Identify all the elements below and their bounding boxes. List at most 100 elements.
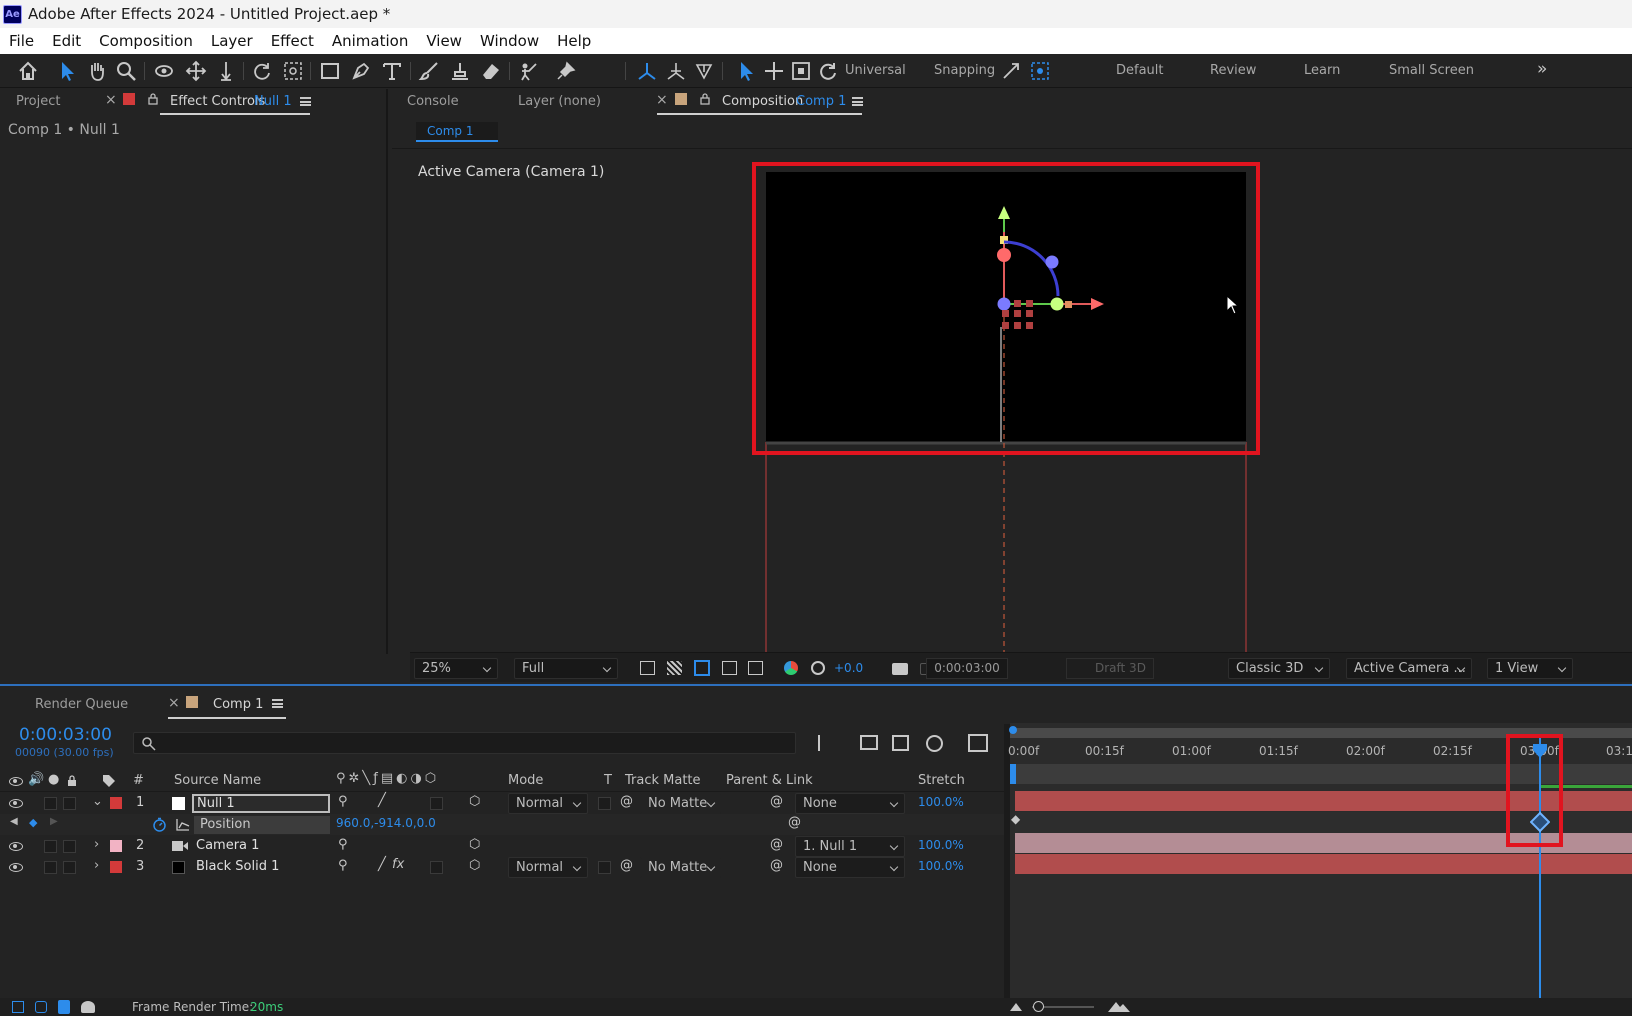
3d-rotate-icon[interactable] xyxy=(816,59,840,83)
zoom-out-mountain-icon[interactable] xyxy=(1010,1002,1022,1011)
motion-blur-icon[interactable] xyxy=(926,735,943,752)
expand-chevron-icon[interactable]: › xyxy=(94,858,99,873)
workspace-overflow-button[interactable]: » xyxy=(1537,59,1547,79)
blend-mode-dropdown[interactable]: Normal xyxy=(508,793,588,814)
extend-snapping-icon[interactable] xyxy=(1028,59,1052,83)
collapse-chevron-icon[interactable]: ⌄ xyxy=(92,794,103,809)
track-matte-dropdown[interactable]: No Matte xyxy=(640,793,722,814)
region-of-interest-icon[interactable] xyxy=(722,661,737,675)
zoom-slider-thumb[interactable] xyxy=(1033,1001,1044,1012)
3d-layer-switch-icon[interactable]: ⬡ xyxy=(469,794,480,809)
menu-edit[interactable]: Edit xyxy=(43,32,90,50)
workspace-learn[interactable]: Learn xyxy=(1304,63,1340,78)
layer-label-color[interactable] xyxy=(110,861,122,873)
clone-stamp-tool-icon[interactable] xyxy=(448,59,472,83)
menu-effect[interactable]: Effect xyxy=(262,32,323,50)
visibility-eye-icon[interactable] xyxy=(9,842,23,851)
composition-flowchart-icon[interactable] xyxy=(818,735,836,751)
shy-switch-icon[interactable]: ⚲ xyxy=(338,837,348,852)
add-keyframe-icon[interactable]: ◆ xyxy=(29,816,37,829)
menu-window[interactable]: Window xyxy=(471,32,548,50)
switch-box[interactable] xyxy=(430,861,443,874)
stopwatch-icon[interactable] xyxy=(152,817,167,832)
pan-camera-tool-icon[interactable] xyxy=(184,59,208,83)
tab-project[interactable]: Project xyxy=(16,94,60,109)
snapping-options-icon[interactable] xyxy=(999,59,1023,83)
channel-icon[interactable] xyxy=(784,661,798,675)
menu-composition[interactable]: Composition xyxy=(90,32,202,50)
rectangle-tool-icon[interactable] xyxy=(318,59,342,83)
pen-tool-icon[interactable] xyxy=(349,59,373,83)
type-tool-icon[interactable] xyxy=(380,59,404,83)
3d-view-dropdown[interactable]: Active Camera ... xyxy=(1346,658,1472,679)
transfer-controls-toggle-icon[interactable] xyxy=(35,1001,47,1013)
graph-icon[interactable] xyxy=(176,818,190,831)
tab-console[interactable]: Console xyxy=(407,94,459,109)
resolution-dropdown[interactable]: Full xyxy=(514,658,618,679)
quality-switch-icon[interactable]: ╱ xyxy=(378,857,386,872)
expression-pick-whip-icon[interactable]: @ xyxy=(788,815,801,830)
expand-chevron-icon[interactable]: › xyxy=(94,837,99,852)
transparency-grid-icon[interactable] xyxy=(667,661,682,675)
parent-dropdown[interactable]: 1. Null 1 xyxy=(795,836,905,857)
layer-label-color[interactable] xyxy=(110,840,122,852)
zoom-in-mountain-icon[interactable] xyxy=(1108,1000,1130,1012)
pick-whip-icon[interactable]: @ xyxy=(620,858,633,873)
work-area-start-handle[interactable] xyxy=(1009,726,1017,734)
layer-row-null-1[interactable]: ⌄ 1 Null 1 ⚲ ╱ ⬡ Normal @ No Matte @ Non… xyxy=(0,793,1010,814)
view-axis-mode-icon[interactable] xyxy=(692,59,716,83)
tab-comp-1[interactable]: Comp 1 xyxy=(213,697,263,712)
panel-menu-icon[interactable] xyxy=(272,699,283,708)
draft-3d-toggle[interactable]: Draft 3D xyxy=(1066,658,1154,679)
eraser-tool-icon[interactable] xyxy=(479,59,503,83)
layer-switches-toggle-icon[interactable] xyxy=(12,1001,24,1013)
roto-brush-tool-icon[interactable] xyxy=(517,59,541,83)
local-axis-mode-icon[interactable] xyxy=(635,59,659,83)
exposure-value[interactable]: +0.0 xyxy=(834,661,863,675)
tab-render-queue[interactable]: Render Queue xyxy=(35,697,128,712)
fx-switch-icon[interactable]: fx xyxy=(392,857,404,872)
source-name-header[interactable]: Source Name xyxy=(174,773,261,788)
world-axis-mode-icon[interactable] xyxy=(664,59,688,83)
lock-icon[interactable] xyxy=(699,93,711,105)
visibility-eye-icon[interactable] xyxy=(9,799,23,808)
tab-composition[interactable]: Composition xyxy=(722,94,803,109)
panel-menu-icon[interactable] xyxy=(300,97,311,106)
position-property-row[interactable]: ◀ ◆ ▶ Position 960.0,-914.0,0.0 @ xyxy=(0,814,1010,835)
parent-dropdown[interactable]: None xyxy=(795,793,905,814)
layer-row-black-solid-1[interactable]: › 3 Black Solid 1 ⚲ ╱ fx ⬡ Normal @ No M… xyxy=(0,857,1010,878)
fast-preview-icon[interactable] xyxy=(640,661,655,675)
3d-move-icon[interactable] xyxy=(762,59,786,83)
close-tab-icon[interactable]: × xyxy=(168,695,180,711)
menu-file[interactable]: File xyxy=(0,32,43,50)
parent-pick-whip-icon[interactable]: @ xyxy=(770,794,783,809)
previous-keyframe-icon[interactable]: ◀ xyxy=(10,816,18,827)
workspace-review[interactable]: Review xyxy=(1210,63,1256,78)
menu-help[interactable]: Help xyxy=(548,32,600,50)
tab-layer[interactable]: Layer (none) xyxy=(518,94,601,109)
current-time-indicator[interactable]: 0:00:03:00 xyxy=(19,725,112,745)
track-matte-dropdown[interactable]: No Matte xyxy=(640,857,722,878)
current-time-display[interactable]: 0:00:03:00 xyxy=(926,658,1008,679)
brush-tool-icon[interactable] xyxy=(417,59,441,83)
composition-target[interactable]: Comp 1 xyxy=(796,94,846,109)
menu-view[interactable]: View xyxy=(417,32,471,50)
close-tab-icon[interactable]: × xyxy=(656,92,668,108)
workspace-small-screen[interactable]: Small Screen xyxy=(1389,63,1474,78)
stretch-value[interactable]: 100.0% xyxy=(918,838,964,852)
position-value[interactable]: 960.0,-914.0,0.0 xyxy=(336,816,436,830)
snapshot-camera-icon[interactable] xyxy=(892,663,908,675)
solo-toggle[interactable] xyxy=(44,861,57,874)
home-icon[interactable] xyxy=(16,59,40,83)
comp-subtab[interactable]: Comp 1 xyxy=(416,122,498,142)
layer-name-edit-field[interactable]: Null 1 xyxy=(192,794,330,813)
frame-blending-icon[interactable] xyxy=(892,735,909,751)
menu-layer[interactable]: Layer xyxy=(202,32,262,50)
quality-switch-icon[interactable]: ╱ xyxy=(378,793,386,808)
zoom-tool-icon[interactable] xyxy=(114,59,138,83)
grid-guides-icon[interactable] xyxy=(748,661,763,675)
stretch-value[interactable]: 100.0% xyxy=(918,859,964,873)
tab-effect-controls[interactable]: Effect Controls xyxy=(170,94,265,109)
keyframe-diamond-icon[interactable]: ◆ xyxy=(1011,812,1020,826)
layer-name[interactable]: Camera 1 xyxy=(196,838,259,853)
